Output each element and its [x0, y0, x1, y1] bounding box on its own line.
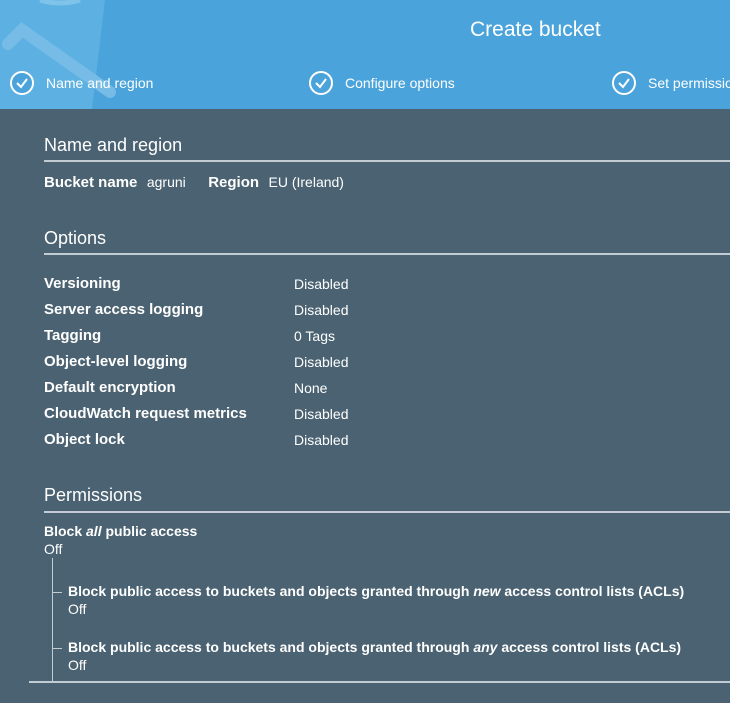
option-value: Disabled [294, 406, 349, 422]
option-value: Disabled [294, 302, 349, 318]
bucket-summary: Bucket name agruni Region EU (Ireland) [44, 174, 344, 192]
step-configure-options[interactable]: Configure options [309, 69, 455, 97]
label-emphasis: all [86, 523, 102, 539]
step-set-permissions[interactable]: Set permissio [612, 69, 730, 97]
block-new-acls-value: Off [68, 601, 87, 617]
label-emphasis: any [473, 639, 498, 655]
wizard-title: Create bucket [470, 18, 601, 41]
option-label: Tagging [44, 327, 102, 344]
bucket-name-value: agruni [146, 174, 186, 190]
label-text: Block public access to buckets and objec… [68, 583, 474, 599]
block-any-acls-label: Block public access to buckets and objec… [68, 639, 681, 655]
label-emphasis: new [473, 583, 501, 599]
label-text: access control lists (ACLs) [500, 583, 685, 599]
check-circle-icon [309, 71, 333, 95]
option-value: None [294, 380, 328, 396]
check-circle-icon [10, 71, 34, 95]
section-divider [44, 160, 730, 162]
section-heading-name-region: Name and region [44, 135, 183, 155]
section-heading-permissions: Permissions [44, 485, 143, 505]
option-label: Default encryption [44, 379, 176, 396]
option-value: Disabled [294, 432, 349, 448]
bucket-name-label: Bucket name [44, 174, 138, 191]
option-label: Versioning [44, 275, 121, 292]
label-text: public access [101, 523, 198, 539]
option-label: Server access logging [44, 301, 204, 318]
option-label: Object-level logging [44, 353, 188, 370]
option-value: 0 Tags [294, 328, 335, 344]
step-label: Configure options [345, 75, 455, 91]
section-bottom-divider [29, 681, 730, 683]
region-label: Region [208, 174, 260, 191]
wizard-header: Create bucket Name and region Configure … [0, 0, 730, 109]
block-all-public-access-value: Off [44, 541, 63, 557]
label-text: Block public access to buckets and objec… [68, 639, 474, 655]
label-text: access control lists (ACLs) [497, 639, 682, 655]
block-new-acls-label: Block public access to buckets and objec… [68, 583, 684, 599]
tree-branch [52, 592, 62, 593]
step-label: Name and region [46, 75, 154, 91]
option-label: Object lock [44, 431, 125, 448]
step-name-region[interactable]: Name and region [10, 69, 153, 97]
tree-connector [52, 558, 53, 682]
section-heading-options: Options [44, 228, 107, 248]
option-label: CloudWatch request metrics [44, 405, 247, 422]
tree-branch [52, 648, 62, 649]
block-all-public-access-label: Block all public access [44, 523, 197, 539]
section-divider [44, 253, 730, 255]
step-label: Set permissio [648, 75, 730, 91]
option-value: Disabled [294, 354, 349, 370]
check-circle-icon [612, 71, 636, 95]
option-value: Disabled [294, 276, 349, 292]
block-any-acls-value: Off [68, 657, 87, 673]
label-text: Block [44, 523, 87, 539]
section-divider [44, 511, 730, 513]
region-value: EU (Ireland) [268, 174, 344, 190]
